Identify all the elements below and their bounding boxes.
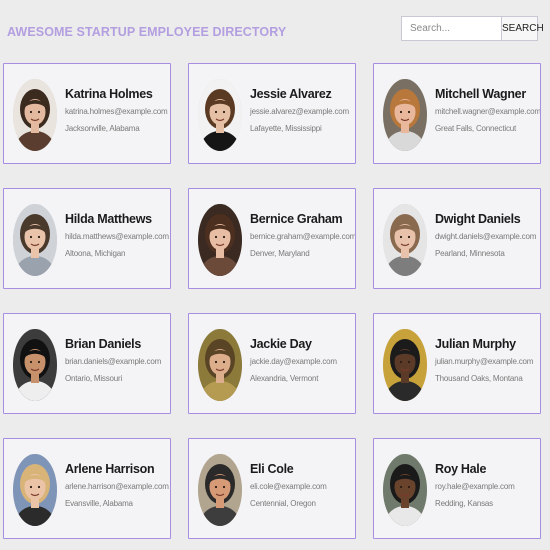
avatar — [383, 329, 427, 401]
employee-name: Katrina Holmes — [65, 87, 153, 101]
avatar — [198, 204, 242, 276]
employee-email: eli.cole@example.com — [250, 482, 327, 491]
employee-info: Hilda Matthews hilda.matthews@example.com… — [65, 212, 169, 258]
header: AWESOME STARTUP EMPLOYEE DIRECTORY SEARC… — [0, 0, 550, 60]
employee-email: brian.daniels@example.com — [65, 357, 162, 366]
employee-location: Denver, Maryland — [250, 249, 310, 258]
avatar — [198, 79, 242, 151]
avatar — [383, 204, 427, 276]
employee-card[interactable]: Katrina Holmes katrina.holmes@example.com… — [3, 63, 171, 164]
directory-page: AWESOME STARTUP EMPLOYEE DIRECTORY SEARC… — [0, 0, 550, 550]
employee-email: arlene.harrison@example.com — [65, 482, 169, 491]
employee-card[interactable]: Brian Daniels brian.daniels@example.com On… — [3, 313, 171, 414]
avatar — [198, 329, 242, 401]
profile-photo — [383, 454, 427, 526]
employee-card[interactable]: Eli Cole eli.cole@example.com Centennial, … — [188, 438, 356, 539]
employee-card[interactable]: Hilda Matthews hilda.matthews@example.com… — [3, 188, 171, 289]
employee-location: Alexandria, Vermont — [250, 374, 319, 383]
employee-name: Brian Daniels — [65, 337, 141, 351]
profile-photo — [198, 79, 242, 151]
profile-photo — [13, 79, 57, 151]
employee-info: Julian Murphy julian.murphy@example.com Th… — [435, 337, 536, 383]
employee-location: Lafayette, Mississippi — [250, 124, 322, 133]
profile-photo — [383, 204, 427, 276]
employee-info: Eli Cole eli.cole@example.com Centennial, … — [250, 462, 351, 508]
avatar — [198, 454, 242, 526]
profile-photo — [383, 79, 427, 151]
employee-card[interactable]: Julian Murphy julian.murphy@example.com Th… — [373, 313, 541, 414]
search-input[interactable] — [401, 16, 501, 41]
employee-card[interactable]: Bernice Graham bernice.graham@example.com… — [188, 188, 356, 289]
employee-location: Great Falls, Connecticut — [435, 124, 517, 133]
avatar — [13, 79, 57, 151]
profile-photo — [13, 454, 57, 526]
employee-card[interactable]: Dwight Daniels dwight.daniels@example.com… — [373, 188, 541, 289]
employee-info: Mitchell Wagner mitchell.wagner@example.c… — [435, 87, 541, 133]
avatar — [13, 204, 57, 276]
search-form: SEARCH — [401, 16, 544, 41]
employee-location: Ontario, Missouri — [65, 374, 123, 383]
employee-card[interactable]: Jackie Day jackie.day@example.com Alexandr… — [188, 313, 356, 414]
employee-name: Bernice Graham — [250, 212, 343, 226]
employee-info: Brian Daniels brian.daniels@example.com On… — [65, 337, 166, 383]
employee-location: Centennial, Oregon — [250, 499, 316, 508]
employee-name: Jessie Alvarez — [250, 87, 332, 101]
profile-photo — [198, 204, 242, 276]
employee-info: Roy Hale roy.hale@example.com Redding, Kan… — [435, 462, 536, 508]
employee-email: mitchell.wagner@example.com — [435, 107, 541, 116]
avatar — [383, 454, 427, 526]
employee-card[interactable]: Jessie Alvarez jessie.alvarez@example.com… — [188, 63, 356, 164]
employee-info: Bernice Graham bernice.graham@example.com… — [250, 212, 356, 258]
page-title: AWESOME STARTUP EMPLOYEE DIRECTORY — [7, 25, 287, 39]
employee-card[interactable]: Roy Hale roy.hale@example.com Redding, Kan… — [373, 438, 541, 539]
employee-location: Jacksonville, Alabama — [65, 124, 140, 133]
employee-location: Altoona, Michigan — [65, 249, 126, 258]
profile-photo — [198, 454, 242, 526]
employee-email: bernice.graham@example.com — [250, 232, 356, 241]
profile-photo — [198, 329, 242, 401]
employee-name: Hilda Matthews — [65, 212, 152, 226]
employee-card[interactable]: Arlene Harrison arlene.harrison@example.c… — [3, 438, 171, 539]
employee-email: jessie.alvarez@example.com — [250, 107, 349, 116]
employee-location: Redding, Kansas — [435, 499, 493, 508]
employee-email: dwight.daniels@example.com — [435, 232, 537, 241]
employee-name: Arlene Harrison — [65, 462, 155, 476]
employee-name: Roy Hale — [435, 462, 487, 476]
employee-email: hilda.matthews@example.com — [65, 232, 169, 241]
employee-info: Arlene Harrison arlene.harrison@example.c… — [65, 462, 169, 508]
employee-location: Evansville, Alabama — [65, 499, 133, 508]
employee-location: Thousand Oaks, Montana — [435, 374, 523, 383]
employee-name: Eli Cole — [250, 462, 294, 476]
employee-email: katrina.holmes@example.com — [65, 107, 168, 116]
profile-photo — [383, 329, 427, 401]
employee-gallery: Katrina Holmes katrina.holmes@example.com… — [3, 63, 550, 539]
employee-name: Julian Murphy — [435, 337, 516, 351]
employee-email: jackie.day@example.com — [250, 357, 337, 366]
employee-email: roy.hale@example.com — [435, 482, 515, 491]
avatar — [13, 329, 57, 401]
employee-name: Jackie Day — [250, 337, 312, 351]
employee-info: Katrina Holmes katrina.holmes@example.com… — [65, 87, 168, 133]
employee-name: Mitchell Wagner — [435, 87, 526, 101]
employee-info: Jackie Day jackie.day@example.com Alexandr… — [250, 337, 351, 383]
profile-photo — [13, 329, 57, 401]
employee-name: Dwight Daniels — [435, 212, 521, 226]
employee-email: julian.murphy@example.com — [435, 357, 534, 366]
profile-photo — [13, 204, 57, 276]
search-button[interactable]: SEARCH — [501, 16, 544, 41]
avatar — [383, 79, 427, 151]
employee-card[interactable]: Mitchell Wagner mitchell.wagner@example.c… — [373, 63, 541, 164]
employee-info: Dwight Daniels dwight.daniels@example.com… — [435, 212, 536, 258]
employee-location: Pearland, Minnesota — [435, 249, 505, 258]
employee-info: Jessie Alvarez jessie.alvarez@example.com… — [250, 87, 351, 133]
avatar — [13, 454, 57, 526]
